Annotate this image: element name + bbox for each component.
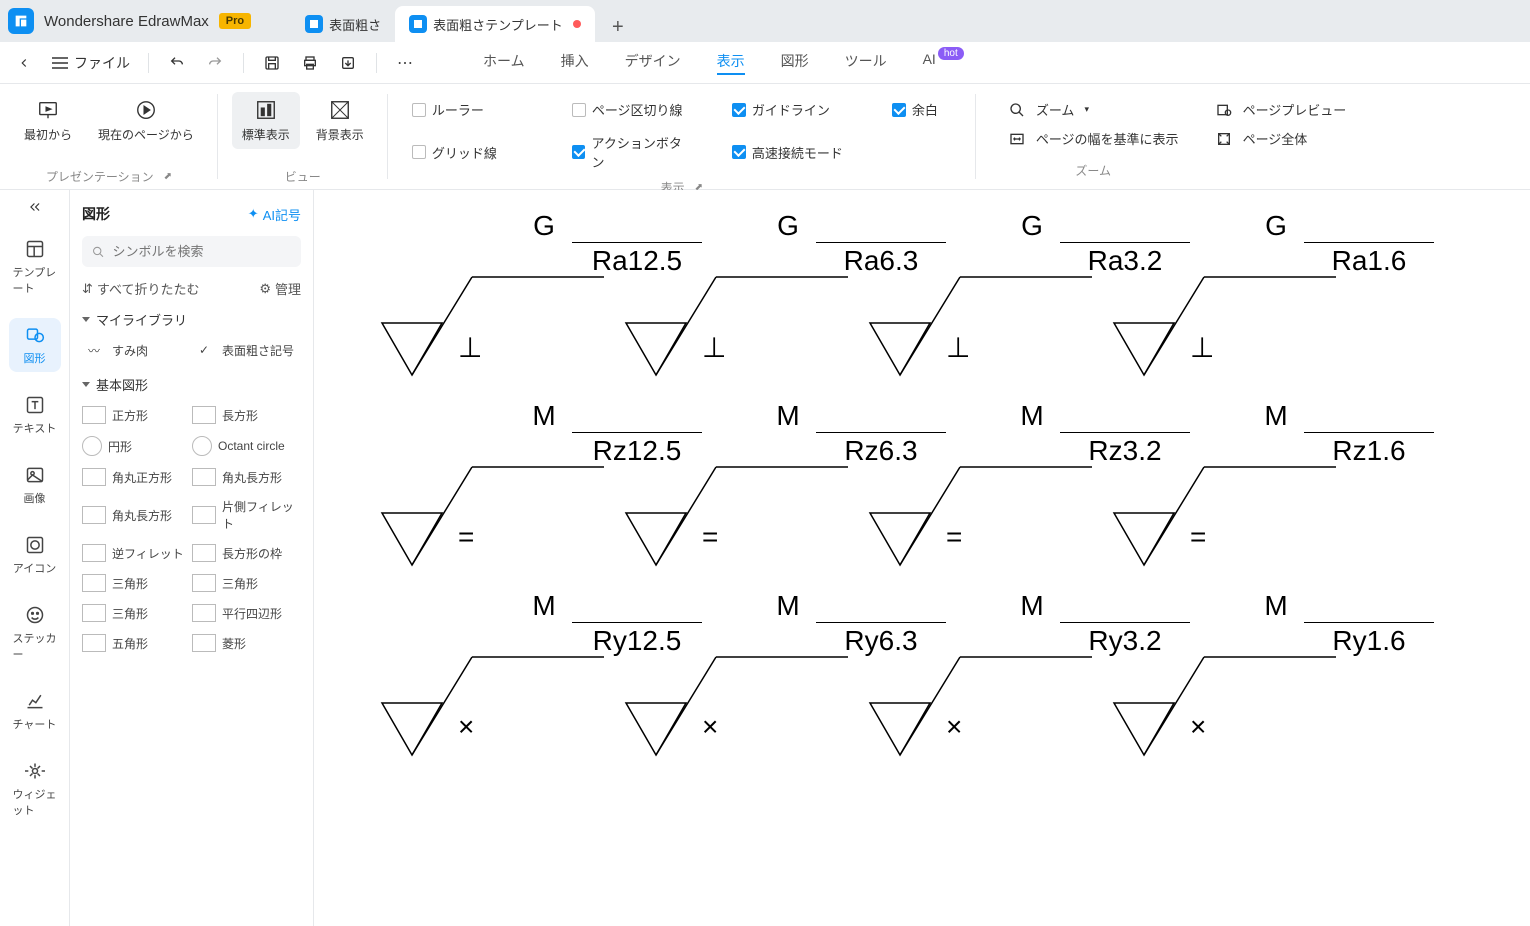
list-item[interactable]: 角丸長方形 (192, 464, 300, 490)
list-item[interactable]: 三角形 (82, 600, 190, 626)
tab-dirty-dot (573, 20, 581, 28)
export-button[interactable] (338, 53, 358, 73)
rail-template[interactable]: テンプレート (9, 232, 61, 302)
surface-roughness-symbol[interactable]: M Rz1.6 = (1106, 400, 1346, 560)
check-pagebreak[interactable]: ページ区切り線 (572, 100, 692, 119)
list-item[interactable]: 角丸正方形 (82, 464, 190, 490)
surface-roughness-symbol[interactable]: G Ra12.5 ⊥ (374, 210, 614, 370)
surface-roughness-symbol[interactable]: M Ry12.5 × (374, 590, 614, 750)
list-item[interactable]: 角丸長方形 (82, 494, 190, 536)
shape-search-input[interactable] (113, 244, 291, 259)
doc-icon (409, 15, 427, 33)
list-item[interactable]: 片側フィレット (192, 494, 300, 536)
zoom-fit-width[interactable]: ページの幅を基準に表示 (1008, 129, 1179, 148)
rail-widget[interactable]: ウィジェット (9, 754, 61, 824)
list-item[interactable]: 逆フィレット (82, 540, 190, 566)
view-standard[interactable]: 標準表示 (232, 92, 300, 149)
canvas[interactable]: G Ra12.5 ⊥ G Ra6.3 ⊥ G Ra3.2 (314, 190, 1530, 926)
list-item[interactable]: ✓表面粗さ記号 (192, 337, 300, 363)
menu-view[interactable]: 表示 (717, 51, 745, 75)
menu-design[interactable]: デザイン (625, 51, 681, 75)
file-menu-label: ファイル (74, 53, 130, 73)
menu-shape[interactable]: 図形 (781, 51, 809, 75)
ai-symbol-button[interactable]: ✦ AI記号 (248, 205, 301, 224)
doc-icon (305, 15, 323, 33)
rail-icon[interactable]: アイコン (9, 528, 61, 582)
zoom-menu[interactable]: ズーム ▾ (1008, 100, 1179, 119)
check-guideline[interactable]: ガイドライン (732, 100, 852, 119)
view-background[interactable]: 背景表示 (306, 92, 374, 149)
ribbon-expand-icon[interactable]: ⬈ (164, 171, 172, 182)
list-item[interactable]: 平行四辺形 (192, 600, 300, 626)
app-name: Wondershare EdrawMax (44, 13, 209, 30)
section-basic-shapes[interactable]: 基本図形 (82, 375, 301, 394)
hot-badge: hot (938, 47, 964, 60)
list-item[interactable]: 〰すみ肉 (82, 337, 190, 363)
menu-insert[interactable]: 挿入 (561, 51, 589, 75)
list-item[interactable]: 三角形 (82, 570, 190, 596)
tab-label: 表面粗さテンプレート (433, 15, 563, 34)
zoom-preview[interactable]: ページプレビュー (1215, 100, 1347, 119)
check-grid[interactable]: グリッド線 (412, 133, 532, 171)
app-logo (8, 8, 34, 34)
list-item[interactable]: 五角形 (82, 630, 190, 656)
list-item[interactable]: 円形 (82, 432, 190, 460)
surface-roughness-symbol[interactable]: M Rz12.5 = (374, 400, 614, 560)
save-button[interactable] (262, 53, 282, 73)
check-actionbtn[interactable]: アクションボタン (572, 133, 692, 171)
check-fastconnect[interactable]: 高速接続モード (732, 133, 852, 171)
collapse-all[interactable]: ⇵ すべて折りたたむ (82, 279, 199, 298)
rail-collapse[interactable] (21, 198, 49, 216)
surface-roughness-symbol[interactable]: M Rz3.2 = (862, 400, 1102, 560)
document-tabs: 表面粗さ 表面粗さテンプレート + (291, 0, 633, 42)
surface-roughness-symbol[interactable]: M Rz6.3 = (618, 400, 858, 560)
redo-button[interactable] (205, 53, 225, 73)
tab-label: 表面粗さ (329, 15, 381, 34)
check-margin[interactable]: 余白 (892, 100, 952, 119)
surface-roughness-symbol[interactable]: G Ra6.3 ⊥ (618, 210, 858, 370)
undo-button[interactable] (167, 53, 187, 73)
list-item[interactable]: 長方形の枠 (192, 540, 300, 566)
list-item[interactable]: 菱形 (192, 630, 300, 656)
surface-roughness-symbol[interactable]: M Ry1.6 × (1106, 590, 1346, 750)
search-icon (92, 245, 105, 259)
menu-ai[interactable]: AIhot (923, 51, 964, 75)
present-from-start[interactable]: 最初から (14, 92, 82, 149)
list-item[interactable]: 三角形 (192, 570, 300, 596)
list-item[interactable]: 正方形 (82, 402, 190, 428)
present-from-current[interactable]: 現在のページから (88, 92, 204, 149)
tab-add-button[interactable]: + (603, 12, 633, 42)
manage-shapes[interactable]: ⚙ 管理 (259, 279, 301, 298)
menu-tool[interactable]: ツール (845, 51, 887, 75)
surface-roughness-symbol[interactable]: M Ry3.2 × (862, 590, 1102, 750)
rail-text[interactable]: テキスト (9, 388, 61, 442)
list-item[interactable]: Octant circle (192, 432, 300, 460)
shape-search[interactable] (82, 236, 301, 267)
rail-image[interactable]: 画像 (9, 458, 61, 512)
check-ruler[interactable]: ルーラー (412, 100, 532, 119)
surface-roughness-symbol[interactable]: M Ry6.3 × (618, 590, 858, 750)
file-menu[interactable]: ファイル (52, 53, 130, 73)
print-button[interactable] (300, 53, 320, 73)
rail-sticker[interactable]: ステッカー (9, 598, 61, 668)
zoom-whole-page[interactable]: ページ全体 (1215, 129, 1347, 148)
menu-home[interactable]: ホーム (483, 51, 525, 75)
more-button[interactable]: ⋯ (395, 53, 415, 73)
list-item[interactable]: 長方形 (192, 402, 300, 428)
tab-doc-1[interactable]: 表面粗さテンプレート (395, 6, 595, 42)
surface-roughness-symbol[interactable]: G Ra1.6 ⊥ (1106, 210, 1346, 370)
rail-chart[interactable]: チャート (9, 684, 61, 738)
section-my-library[interactable]: マイライブラリ (82, 310, 301, 329)
tab-doc-0[interactable]: 表面粗さ (291, 6, 395, 42)
shapes-panel-title: 図形 (82, 204, 110, 224)
surface-roughness-symbol[interactable]: G Ra3.2 ⊥ (862, 210, 1102, 370)
rail-shape[interactable]: 図形 (9, 318, 61, 372)
back-button[interactable] (14, 53, 34, 73)
pro-badge: Pro (219, 13, 251, 29)
